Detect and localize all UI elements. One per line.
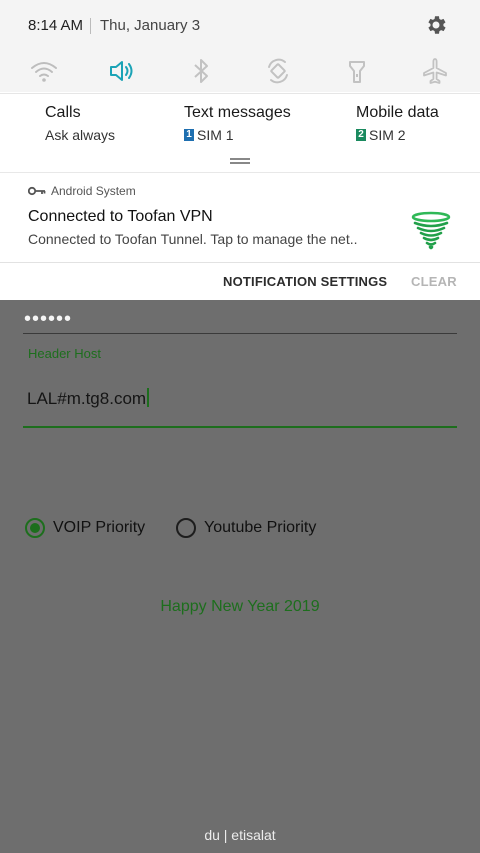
quick-settings-toggles	[0, 52, 480, 92]
notification-body: Connected to Toofan Tunnel. Tap to manag…	[28, 231, 358, 247]
header-host-input[interactable]: LAL#m.tg8.com	[27, 388, 150, 409]
notification-settings-button[interactable]: NOTIFICATION SETTINGS	[223, 274, 387, 289]
notification-app-name: Android System	[51, 184, 136, 198]
clock: 8:14 AM	[28, 17, 84, 34]
carrier-label: du | etisalat	[204, 827, 276, 843]
voip-priority-radio[interactable]: VOIP Priority	[25, 518, 145, 538]
password-field[interactable]: ••••••	[24, 308, 72, 331]
radio-unchecked-icon	[176, 518, 196, 538]
youtube-priority-label: Youtube Priority	[204, 519, 317, 536]
sound-icon[interactable]	[106, 56, 136, 86]
settings-gear-icon[interactable]	[424, 13, 448, 37]
clear-button[interactable]: CLEAR	[411, 274, 457, 289]
shade-drag-handle[interactable]	[230, 158, 250, 164]
date-label[interactable]: Thu, January 3	[100, 17, 200, 34]
notification-actions: NOTIFICATION SETTINGS CLEAR	[0, 262, 480, 300]
divider	[90, 18, 91, 34]
data-title: Mobile data	[356, 104, 439, 121]
key-icon	[28, 186, 46, 196]
greeting-text: Happy New Year 2019	[160, 598, 320, 615]
notification-title: Connected to Toofan VPN	[28, 208, 213, 225]
youtube-priority-radio[interactable]: Youtube Priority	[176, 518, 316, 538]
sim1-badge-icon: 1	[184, 129, 194, 141]
calls-value: Ask always	[45, 127, 116, 143]
status-bar: 8:14 AM Thu, January 3	[0, 0, 480, 52]
header-host-underline	[23, 426, 457, 428]
calls-title: Calls	[45, 104, 81, 121]
notification-shade: 8:14 AM Thu, January 3 Calls Ask always …	[0, 0, 480, 300]
sim2-badge-icon: 2	[356, 129, 366, 141]
text-value: SIM 1	[197, 127, 234, 143]
airplane-icon[interactable]	[420, 56, 450, 86]
text-sim-setting[interactable]: Text messages 1 SIM 1	[184, 104, 291, 143]
vpn-notification[interactable]: Android System Connected to Toofan VPN C…	[0, 172, 480, 263]
calls-sim-setting[interactable]: Calls Ask always	[45, 104, 115, 143]
data-value: SIM 2	[369, 127, 406, 143]
header-host-value: LAL#m.tg8.com	[27, 389, 147, 408]
voip-priority-label: VOIP Priority	[53, 519, 146, 536]
toofan-tornado-icon	[411, 211, 451, 250]
password-underline	[23, 333, 457, 334]
wifi-icon[interactable]	[29, 56, 59, 86]
auto-rotate-icon[interactable]	[263, 56, 293, 86]
header-host-label: Header Host	[28, 346, 101, 361]
bluetooth-icon[interactable]	[186, 56, 216, 86]
flashlight-icon[interactable]	[342, 56, 372, 86]
text-title: Text messages	[184, 104, 291, 121]
sim-preferences: Calls Ask always Text messages 1 SIM 1 Mo…	[0, 93, 480, 154]
text-cursor	[147, 388, 150, 407]
data-sim-setting[interactable]: Mobile data 2 SIM 2	[356, 104, 439, 143]
radio-checked-icon	[25, 518, 45, 538]
